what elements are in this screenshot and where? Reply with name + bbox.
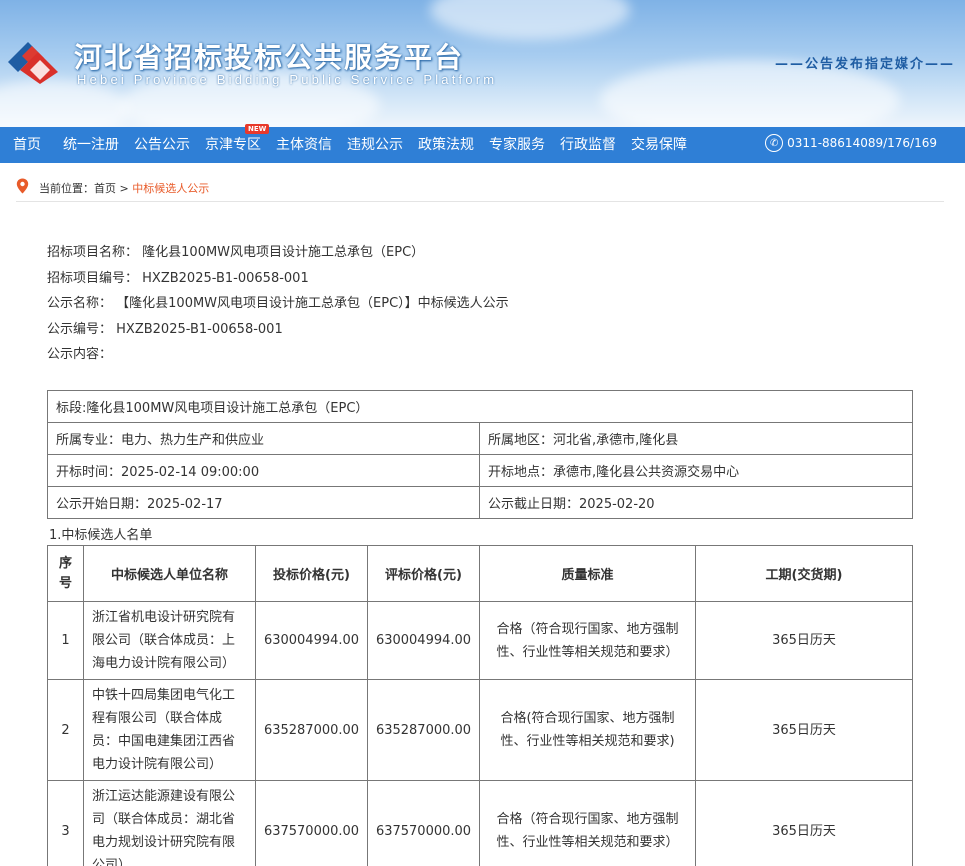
table-row: 标段:隆化县100MW风电项目设计施工总承包（EPC） [47, 390, 913, 423]
nav-item-guarantee[interactable]: 交易保障 [631, 127, 687, 163]
open-place-cell: 开标地点：承德市,隆化县公共资源交易中心 [479, 454, 913, 487]
breadcrumb-home-link[interactable]: 首页 [94, 182, 116, 195]
breadcrumb-prefix: 当前位置： [39, 182, 94, 195]
project-code-value: HXZB2025-B1-00658-001 [142, 270, 309, 286]
open-place-label: 开标地点： [488, 465, 554, 480]
open-place-value: 承德市,隆化县公共资源交易中心 [553, 465, 740, 480]
cell-eval-price: 630004994.00 [367, 601, 480, 680]
cell-quality: 合格(符合现行国家、地方强制性、行业性等相关规范和要求) [479, 679, 696, 781]
region-label: 所属地区： [488, 433, 554, 448]
notice-content-row: 公示内容： [47, 343, 509, 369]
nav-item-policies[interactable]: 政策法规 [418, 127, 474, 163]
nav-item-supervision[interactable]: 行政监督 [560, 127, 616, 163]
cell-quality: 合格（符合现行国家、地方强制性、行业性等相关规范和要求） [479, 780, 696, 866]
cell-candidate-name: 浙江运达能源建设有限公司（联合体成员：湖北省电力规划设计研究院有限公司） [83, 780, 256, 866]
nav-item-jingjin-label: 京津专区 [205, 137, 261, 153]
table-row: 2 中铁十四局集团电气化工程有限公司（联合体成员：中国电建集团江西省电力设计院有… [47, 679, 913, 781]
nav-item-expert-services[interactable]: 专家服务 [489, 127, 545, 163]
end-date-label: 公示截止日期： [488, 497, 580, 512]
industry-cell: 所属专业：电力、热力生产和供应业 [47, 422, 480, 455]
table-row: 1 浙江省机电设计研究院有限公司（联合体成员：上海电力设计院有限公司） 6300… [47, 601, 913, 680]
industry-label: 所属专业： [56, 433, 122, 448]
notice-code-label: 公示编号： [47, 321, 113, 337]
banner-cloud [430, 0, 630, 40]
cell-duration: 365日历天 [695, 780, 913, 866]
nav-item-register[interactable]: 统一注册 [63, 127, 119, 163]
cell-no: 1 [47, 601, 84, 680]
cell-candidate-name: 浙江省机电设计研究院有限公司（联合体成员：上海电力设计院有限公司） [83, 601, 256, 680]
notice-name-value: 【隆化县100MW风电项目设计施工总承包（EPC）】中标候选人公示 [116, 296, 509, 311]
project-name-row: 招标项目名称： 隆化县100MW风电项目设计施工总承包（EPC） [47, 241, 509, 267]
site-title[interactable]: 河北省招标投标公共服务平台 [74, 36, 464, 76]
project-code-row: 招标项目编号： HXZB2025-B1-00658-001 [47, 267, 509, 293]
cell-bid-price: 635287000.00 [255, 679, 368, 781]
project-code-label: 招标项目编号： [47, 270, 139, 286]
end-date-value: 2025-02-20 [579, 497, 655, 512]
cell-no: 2 [47, 679, 84, 781]
nav-item-violations[interactable]: 违规公示 [347, 127, 403, 163]
col-header-bid-price: 投标价格(元) [255, 545, 368, 602]
nav-item-home[interactable]: 首页 [13, 127, 41, 163]
header-banner: 河北省招标投标公共服务平台 Hebei Province Bidding Pub… [0, 0, 965, 127]
location-pin-icon [16, 178, 29, 194]
region-value: 河北省,承德市,隆化县 [553, 433, 679, 448]
end-date-cell: 公示截止日期：2025-02-20 [479, 486, 913, 519]
cell-eval-price: 637570000.00 [367, 780, 480, 866]
breadcrumb-current: 中标候选人公示 [132, 182, 210, 195]
candidates-table: 序号 中标候选人单位名称 投标价格(元) 评标价格(元) 质量标准 工期(交货期… [47, 545, 913, 866]
cell-duration: 365日历天 [695, 679, 913, 781]
breadcrumb: 当前位置：首页 > 中标候选人公示 [16, 176, 944, 202]
lot-cell: 标段:隆化县100MW风电项目设计施工总承包（EPC） [47, 390, 913, 423]
table-row: 开标时间：2025-02-14 09:00:00 开标地点：承德市,隆化县公共资… [47, 454, 913, 487]
notice-code-value: HXZB2025-B1-00658-001 [116, 321, 283, 337]
cell-bid-price: 637570000.00 [255, 780, 368, 866]
cell-candidate-name: 中铁十四局集团电气化工程有限公司（联合体成员：中国电建集团江西省电力设计院有限公… [83, 679, 256, 781]
region-cell: 所属地区：河北省,承德市,隆化县 [479, 422, 913, 455]
cell-quality: 合格（符合现行国家、地方强制性、行业性等相关规范和要求） [479, 601, 696, 680]
nav-item-credit[interactable]: 主体资信 [276, 127, 332, 163]
cell-bid-price: 630004994.00 [255, 601, 368, 680]
section-details-table: 标段:隆化县100MW风电项目设计施工总承包（EPC） 所属专业：电力、热力生产… [47, 390, 913, 519]
col-header-duration: 工期(交货期) [695, 545, 913, 602]
phone-icon: ✆ [765, 134, 784, 152]
start-date-cell: 公示开始日期：2025-02-17 [47, 486, 480, 519]
project-name-value: 隆化县100MW风电项目设计施工总承包（EPC） [142, 245, 425, 260]
col-header-no: 序号 [47, 545, 84, 602]
hotline-number: 0311-88614089/176/169 [787, 136, 937, 150]
table-header-row: 序号 中标候选人单位名称 投标价格(元) 评标价格(元) 质量标准 工期(交货期… [47, 545, 913, 602]
breadcrumb-separator: > [116, 182, 133, 195]
candidate-list-title: 1.中标候选人名单 [49, 528, 153, 543]
open-time-value: 2025-02-14 09:00:00 [121, 465, 260, 480]
project-name-label: 招标项目名称： [47, 245, 139, 260]
col-header-quality: 质量标准 [479, 545, 696, 602]
start-date-value: 2025-02-17 [147, 497, 223, 512]
col-header-eval-price: 评标价格(元) [367, 545, 480, 602]
nav-item-announcements[interactable]: 公告公示 [134, 127, 190, 163]
site-subtitle: Hebei Province Bidding Public Service Pl… [77, 72, 498, 87]
designated-media-tag: ——公告发布指定媒介—— [774, 57, 955, 72]
project-info: 招标项目名称： 隆化县100MW风电项目设计施工总承包（EPC） 招标项目编号：… [47, 241, 509, 369]
industry-value: 电力、热力生产和供应业 [121, 433, 265, 448]
platform-logo-icon[interactable] [4, 36, 66, 88]
cell-duration: 365日历天 [695, 601, 913, 680]
notice-name-row: 公示名称： 【隆化县100MW风电项目设计施工总承包（EPC）】中标候选人公示 [47, 292, 509, 318]
table-row: 3 浙江运达能源建设有限公司（联合体成员：湖北省电力规划设计研究院有限公司） 6… [47, 780, 913, 866]
notice-code-row: 公示编号： HXZB2025-B1-00658-001 [47, 318, 509, 344]
notice-content-label: 公示内容： [47, 347, 113, 362]
notice-name-label: 公示名称： [47, 296, 113, 311]
nav-item-jingjin-zone[interactable]: 京津专区 NEW [205, 124, 270, 163]
cell-eval-price: 635287000.00 [367, 679, 480, 781]
new-badge: NEW [245, 124, 270, 134]
open-time-cell: 开标时间：2025-02-14 09:00:00 [47, 454, 480, 487]
hotline: ✆ 0311-88614089/176/169 [765, 134, 937, 152]
cell-no: 3 [47, 780, 84, 866]
start-date-label: 公示开始日期： [56, 497, 148, 512]
table-row: 公示开始日期：2025-02-17 公示截止日期：2025-02-20 [47, 486, 913, 519]
open-time-label: 开标时间： [56, 465, 122, 480]
col-header-name: 中标候选人单位名称 [83, 545, 256, 602]
table-row: 所属专业：电力、热力生产和供应业 所属地区：河北省,承德市,隆化县 [47, 422, 913, 455]
main-nav: 首页 统一注册 公告公示 京津专区 NEW 主体资信 违规公示 政策法规 专家服… [0, 124, 965, 163]
